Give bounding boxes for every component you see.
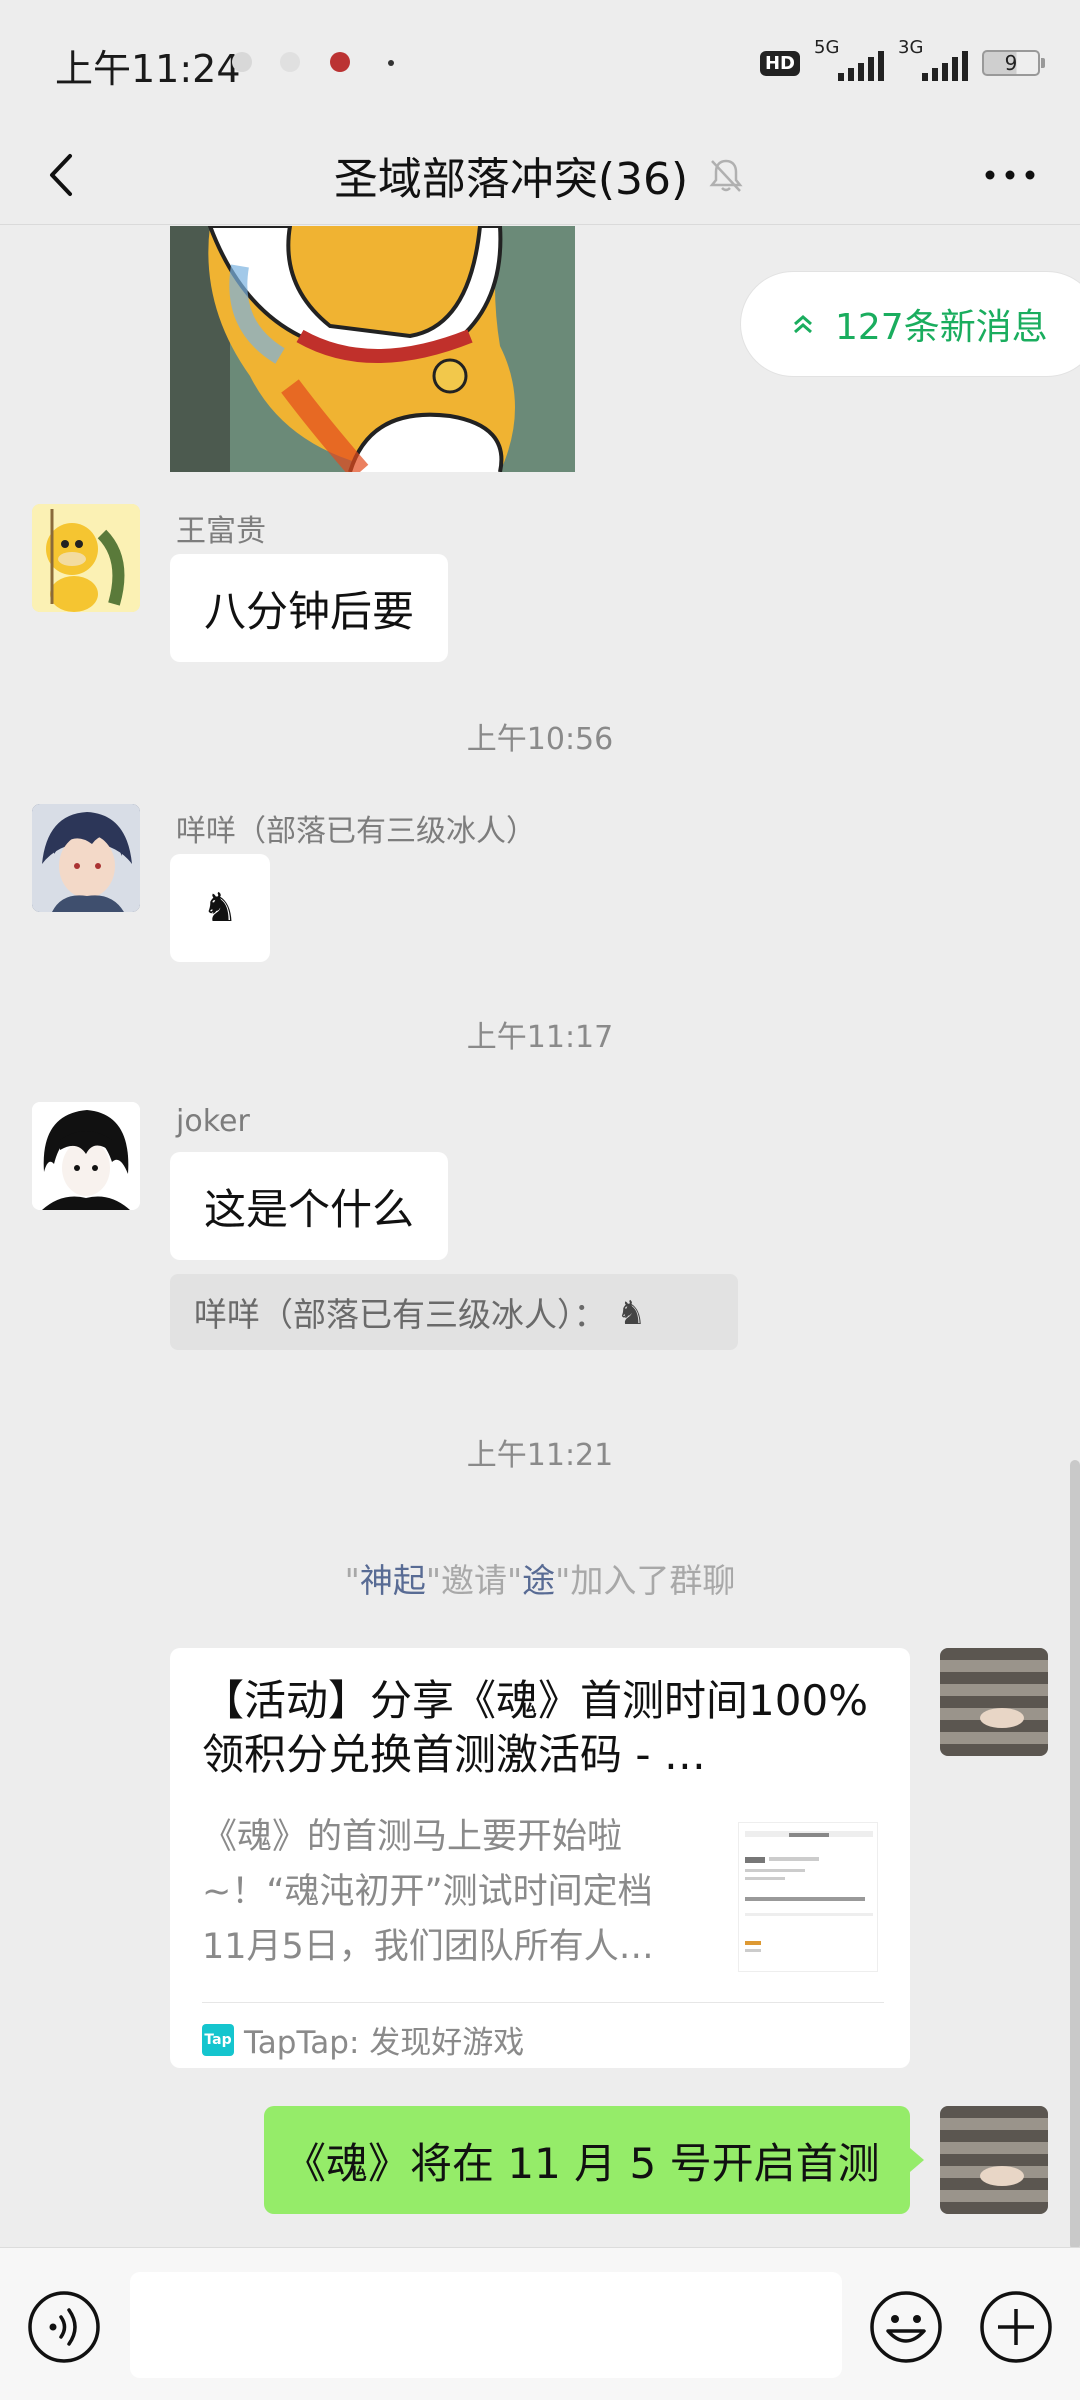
notification-app-icon: [330, 52, 350, 72]
card-source: Tap TapTap: 发现好游戏: [202, 2002, 884, 2062]
card-description: 《魂》的首测马上要开始啦~！“魂沌初开”测试时间定档11月5日，我们团队所有人…: [202, 1817, 654, 1967]
cartoon-cat-image: [170, 226, 575, 472]
knight-icon: ♞: [616, 1292, 647, 1332]
notification-dot-icon: [232, 52, 252, 72]
chat-header: 圣域部落冲突(36): [0, 125, 1080, 225]
message-bubble[interactable]: 八分钟后要: [170, 554, 449, 662]
notification-more-icon: [388, 60, 394, 66]
new-messages-label: 127条新消息: [835, 307, 1048, 348]
card-title: 【活动】分享《魂》首测时间100%领积分兑换首测激活码 - …: [202, 1676, 869, 1779]
image-message[interactable]: [170, 226, 575, 472]
psyduck-avatar-icon: [32, 504, 140, 612]
my-message-bubble[interactable]: 《魂》将在 11 月 5 号开启首测: [264, 2106, 924, 2214]
my-avatar[interactable]: [940, 1648, 1048, 1756]
card-thumbnail: [738, 1822, 878, 1972]
mute-bell-icon: [709, 159, 743, 192]
inviter-name[interactable]: 神起: [360, 1561, 426, 1600]
quoted-message[interactable]: 咩咩（部落已有三级冰人）： ♞: [170, 1274, 738, 1350]
avatar[interactable]: [32, 504, 140, 612]
avatar[interactable]: [32, 1102, 140, 1210]
striped-shirt-avatar-icon: [940, 1648, 1048, 1756]
status-bar: 上午11:24 HD 5G 3G 9: [0, 0, 1080, 125]
my-avatar[interactable]: [940, 2106, 1048, 2214]
sender-name: joker: [176, 1104, 250, 1139]
message-bubble[interactable]: 这是个什么: [170, 1152, 449, 1260]
battery-icon: 9: [982, 50, 1045, 76]
chat-message-list[interactable]: 127条新消息 王富贵 八分钟后要 上午10:56 咩咩（部落已有三级冰人） ♞…: [0, 226, 1080, 2246]
input-bar: [0, 2247, 1080, 2400]
hd-badge: HD: [759, 50, 800, 76]
more-options-icon[interactable]: [980, 155, 1040, 195]
quoted-text: 咩咩（部落已有三级冰人）：: [194, 1295, 607, 1334]
new-messages-button[interactable]: 127条新消息: [740, 271, 1080, 377]
card-source-label: TapTap: 发现好游戏: [244, 2025, 525, 2061]
timestamp: 上午11:21: [466, 1438, 614, 1473]
timestamp: 上午10:56: [466, 722, 614, 757]
system-notice: "神起"邀请"途"加入了群聊: [344, 1561, 736, 1600]
message-input[interactable]: [130, 2272, 842, 2378]
double-chevron-up-icon: [794, 315, 812, 334]
status-time: 上午11:24: [55, 47, 241, 91]
taptap-logo-icon: Tap: [202, 2023, 234, 2056]
chat-title[interactable]: 圣域部落冲突(36): [334, 143, 688, 207]
striped-shirt-avatar-icon: [940, 2106, 1048, 2214]
invitee-name[interactable]: 途: [522, 1561, 555, 1600]
link-card-message[interactable]: 【活动】分享《魂》首测时间100%领积分兑换首测激活码 - … 《魂》的首测马上…: [170, 1648, 910, 2068]
joker-avatar-icon: [32, 1102, 140, 1210]
notification-dot-icon: [280, 52, 300, 72]
avatar[interactable]: [32, 804, 140, 912]
sender-name: 咩咩（部落已有三级冰人）: [176, 814, 536, 849]
anime-boy-avatar-icon: [32, 804, 140, 912]
signal-5g-icon: 5G: [814, 37, 884, 85]
voice-input-icon[interactable]: [26, 2289, 102, 2365]
plus-icon[interactable]: [978, 2289, 1054, 2365]
message-bubble[interactable]: ♞: [170, 854, 270, 962]
scrollbar[interactable]: [1070, 1460, 1080, 2250]
signal-3g-icon: 3G: [898, 37, 968, 85]
sender-name: 王富贵: [176, 514, 266, 549]
emoji-icon[interactable]: [868, 2289, 944, 2365]
timestamp: 上午11:17: [466, 1020, 614, 1055]
